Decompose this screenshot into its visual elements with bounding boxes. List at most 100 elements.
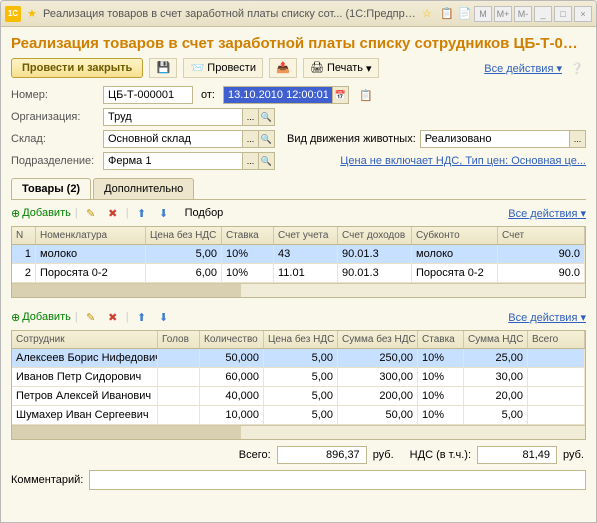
- org-search-button[interactable]: 🔍: [259, 108, 275, 126]
- total-label: Всего:: [239, 449, 271, 461]
- org-select-button[interactable]: ...: [243, 108, 259, 126]
- content: Реализация товаров в счет заработной пла…: [1, 27, 596, 522]
- col-subk[interactable]: Субконто: [412, 227, 498, 244]
- col-price2[interactable]: Цена без НДС: [264, 331, 338, 348]
- col-head[interactable]: Голов: [158, 331, 200, 348]
- date-picker-button[interactable]: 📅: [333, 86, 349, 104]
- move-down-button[interactable]: ⬇: [155, 204, 173, 222]
- dept-label: Подразделение:: [11, 155, 99, 167]
- tab-additional[interactable]: Дополнительно: [93, 178, 194, 199]
- delete-emp-button[interactable]: ✖: [104, 308, 122, 326]
- employees-grid: Сотрудник Голов Количество Цена без НДС …: [11, 330, 586, 440]
- plus-icon: ⊕: [11, 207, 20, 220]
- table-row[interactable]: Шумахер Иван Сергеевич10,0005,0050,0010%…: [12, 406, 585, 425]
- m-minus-button[interactable]: M-: [514, 6, 532, 22]
- unpost-icon: 📤: [276, 61, 290, 75]
- table-row[interactable]: Алексеев Борис Нифедович50,0005,00250,00…: [12, 349, 585, 368]
- movement-field[interactable]: [420, 130, 570, 148]
- price-type-link[interactable]: Цена не включает НДС, Тип цен: Основная …: [340, 155, 586, 167]
- copy-row-button[interactable]: ✎: [82, 204, 100, 222]
- add-employee-button[interactable]: ⊕Добавить: [11, 311, 71, 324]
- post-button[interactable]: 📨Провести: [183, 58, 263, 78]
- dept-select-button[interactable]: ...: [243, 152, 259, 170]
- title-tool-icon[interactable]: 📋: [438, 5, 456, 23]
- col-emp[interactable]: Сотрудник: [12, 331, 158, 348]
- date-field[interactable]: [223, 86, 333, 104]
- table-row[interactable]: Петров Алексей Иванович40,0005,00200,001…: [12, 387, 585, 406]
- warehouse-select-button[interactable]: ...: [243, 130, 259, 148]
- add-row-button[interactable]: ⊕Добавить: [11, 207, 71, 220]
- comment-row: Комментарий:: [11, 470, 586, 490]
- grid1-all-actions[interactable]: Все действия ▾: [508, 207, 586, 220]
- post-and-close-button[interactable]: Провести и закрыть: [11, 58, 143, 78]
- org-label: Организация:: [11, 111, 99, 123]
- dept-field[interactable]: [103, 152, 243, 170]
- print-label: Печать: [327, 62, 363, 74]
- tab-goods[interactable]: Товары (2): [11, 178, 91, 199]
- post-label: Провести: [207, 62, 256, 74]
- col-rate2[interactable]: Ставка: [418, 331, 464, 348]
- printer-icon: 🖨: [310, 61, 324, 75]
- title-tool2-icon[interactable]: 📄: [456, 5, 474, 23]
- table-row[interactable]: 1молоко5,0010%4390.01.3молоко90.0: [12, 245, 585, 264]
- print-button[interactable]: 🖨Печать ▾: [303, 58, 379, 78]
- warehouse-field[interactable]: [103, 130, 243, 148]
- dept-search-button[interactable]: 🔍: [259, 152, 275, 170]
- app-icon: 1C: [5, 6, 21, 22]
- grid2-all-actions[interactable]: Все действия ▾: [508, 311, 586, 324]
- col-qty[interactable]: Количество: [200, 331, 264, 348]
- emp-up-button[interactable]: ⬆: [133, 308, 151, 326]
- close-button[interactable]: ×: [574, 6, 592, 22]
- all-actions-link[interactable]: Все действия ▾: [484, 62, 562, 75]
- move-up-button[interactable]: ⬆: [133, 204, 151, 222]
- copy-emp-button[interactable]: ✎: [82, 308, 100, 326]
- col-nom[interactable]: Номенклатура: [36, 227, 146, 244]
- delete-row-button[interactable]: ✖: [104, 204, 122, 222]
- col-rate[interactable]: Ставка: [222, 227, 274, 244]
- table-row[interactable]: 2Поросята 0-26,0010%11.0190.01.3Поросята…: [12, 264, 585, 283]
- calendar-icon[interactable]: 📋: [357, 86, 375, 104]
- save-icon: 💾: [156, 61, 170, 75]
- col-income[interactable]: Счет доходов: [338, 227, 412, 244]
- main-toolbar: Провести и закрыть 💾 📨Провести 📤 🖨Печать…: [11, 58, 586, 78]
- maximize-button[interactable]: □: [554, 6, 572, 22]
- star-icon: ★: [27, 7, 41, 21]
- help-icon[interactable]: ❔: [568, 59, 586, 77]
- col-total[interactable]: Всего: [528, 331, 585, 348]
- col-vat[interactable]: Сумма НДС: [464, 331, 528, 348]
- comment-field[interactable]: [89, 470, 586, 490]
- favorite-icon[interactable]: ☆: [422, 7, 436, 21]
- vat-value: 81,49: [477, 446, 557, 464]
- org-field[interactable]: [103, 108, 243, 126]
- rub1: руб.: [373, 449, 394, 461]
- post-icon: 📨: [190, 61, 204, 75]
- movement-select-button[interactable]: ...: [570, 130, 586, 148]
- window-buttons: M M+ M- _ □ ×: [474, 6, 592, 22]
- col-sum[interactable]: Сумма без НДС: [338, 331, 418, 348]
- col-acct[interactable]: Счет учета: [274, 227, 338, 244]
- grid1-toolbar: ⊕Добавить | ✎ ✖ | ⬆ ⬇ Подбор Все действи…: [11, 200, 586, 226]
- selection-button[interactable]: Подбор: [185, 207, 224, 219]
- col-n[interactable]: N: [12, 227, 36, 244]
- table-row[interactable]: Иванов Петр Сидорович60,0005,00300,0010%…: [12, 368, 585, 387]
- number-field[interactable]: [103, 86, 193, 104]
- window: 1C ★ Реализация товаров в счет заработно…: [0, 0, 597, 523]
- window-title: Реализация товаров в счет заработной пла…: [43, 8, 420, 20]
- number-label: Номер:: [11, 89, 99, 101]
- save-button[interactable]: 💾: [149, 58, 177, 78]
- goods-grid: N Номенклатура Цена без НДС Ставка Счет …: [11, 226, 586, 298]
- page-title: Реализация товаров в счет заработной пла…: [11, 35, 586, 52]
- m-button[interactable]: M: [474, 6, 492, 22]
- emp-down-button[interactable]: ⬇: [155, 308, 173, 326]
- m-plus-button[interactable]: M+: [494, 6, 512, 22]
- comment-label: Комментарий:: [11, 474, 83, 486]
- unpost-button[interactable]: 📤: [269, 58, 297, 78]
- col-acct2[interactable]: Счет: [498, 227, 585, 244]
- grid2-scrollbar[interactable]: [12, 425, 585, 439]
- movement-label: Вид движения животных:: [287, 133, 416, 145]
- col-price[interactable]: Цена без НДС: [146, 227, 222, 244]
- grid1-scrollbar[interactable]: [12, 283, 585, 297]
- minimize-button[interactable]: _: [534, 6, 552, 22]
- grid2-toolbar: ⊕Добавить | ✎ ✖ | ⬆ ⬇ Все действия ▾: [11, 304, 586, 330]
- warehouse-search-button[interactable]: 🔍: [259, 130, 275, 148]
